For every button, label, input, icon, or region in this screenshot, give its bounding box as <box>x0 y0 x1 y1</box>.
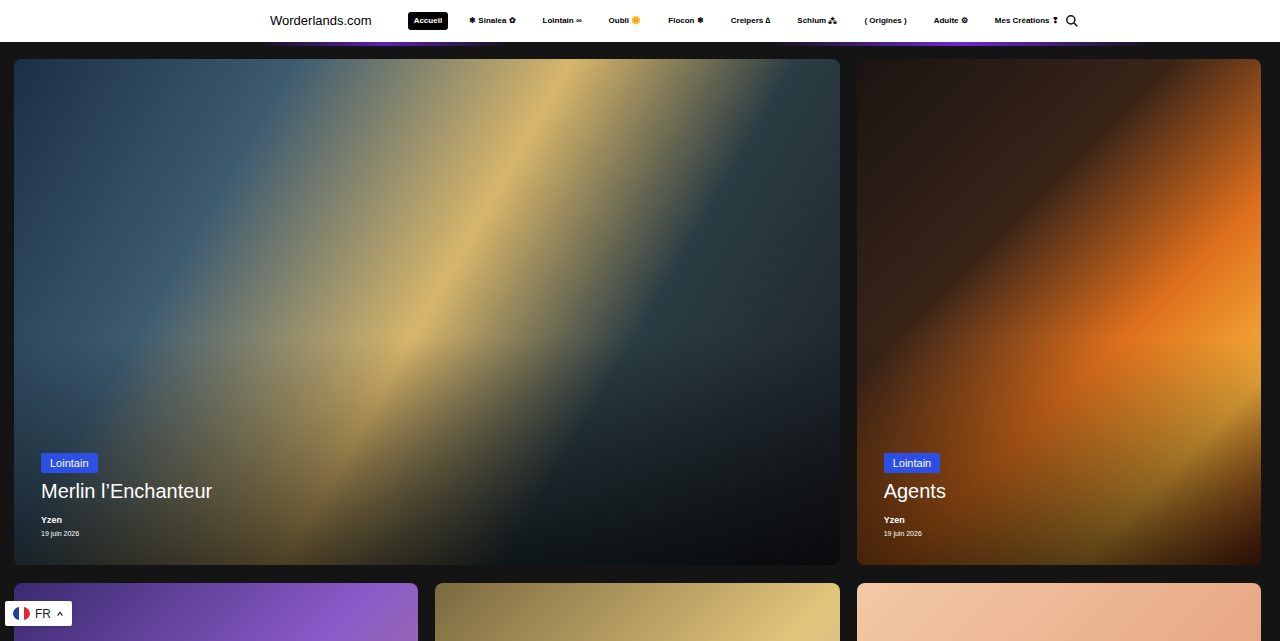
category-badge[interactable]: Lointain <box>41 453 98 474</box>
nav-item[interactable]: Schlum ⁂ <box>791 12 843 30</box>
card-date: 19 juin 2026 <box>884 529 922 540</box>
post-grid: LointainMerlin l’EnchanteurYzen19 juin 2… <box>0 46 1261 641</box>
search-icon[interactable] <box>1065 13 1079 29</box>
main-nav: Accueil ❄ Sinalea ✿ Lointain ∞ Oubli 🌼 Floco… <box>408 12 1065 30</box>
nav-item[interactable]: Accueil <box>408 12 448 30</box>
language-code: FR <box>35 605 51 623</box>
chevron-up-icon <box>56 610 64 618</box>
post-card[interactable] <box>435 583 839 641</box>
card-title[interactable]: Merlin l’Enchanteur <box>41 478 212 504</box>
nav-item[interactable]: ( Origines ) <box>858 12 912 30</box>
card-info: Lointain Agents Yzen19 juin 2026 <box>884 453 946 540</box>
nav-item[interactable]: Adulte ⚙ <box>928 12 974 30</box>
nav-item[interactable]: ❄ Sinalea ✿ <box>463 12 521 30</box>
post-card[interactable]: Lointain Agents Yzen19 juin 2026 <box>857 59 1261 565</box>
post-card[interactable] <box>14 583 418 641</box>
post-card[interactable]: Lointain Merlin l’Enchanteur Yzen19 juin 2… <box>14 59 840 565</box>
post-card[interactable] <box>857 583 1261 641</box>
card-author[interactable]: Yzen <box>41 514 62 528</box>
nav-item[interactable]: Oubli 🌼 <box>603 12 648 30</box>
card-author[interactable]: Yzen <box>884 514 905 528</box>
card-info: Lointain Merlin l’Enchanteur Yzen19 juin 2… <box>41 453 212 540</box>
nav-item[interactable]: Creipers ∆ <box>725 12 777 30</box>
language-switcher[interactable]: FR <box>5 601 72 626</box>
header-inner: Worderlands.com Accueil ❄ Sinalea ✿ Lointai… <box>270 11 1006 31</box>
card-title[interactable]: Agents <box>884 478 946 504</box>
nav-item[interactable]: Flocon ❄ <box>662 12 709 30</box>
card-date: 19 juin 2026 <box>41 529 79 540</box>
nav-item[interactable]: Lointain ∞ <box>537 12 588 30</box>
accent-glow <box>0 42 1280 46</box>
france-flag-icon <box>13 607 30 620</box>
nav-item[interactable]: Mes Créations ❢ <box>989 12 1065 30</box>
site-header: Worderlands.com Accueil ❄ Sinalea ✿ Lointai… <box>0 0 1280 42</box>
category-badge[interactable]: Lointain <box>884 453 941 474</box>
site-logo[interactable]: Worderlands.com <box>270 11 372 31</box>
